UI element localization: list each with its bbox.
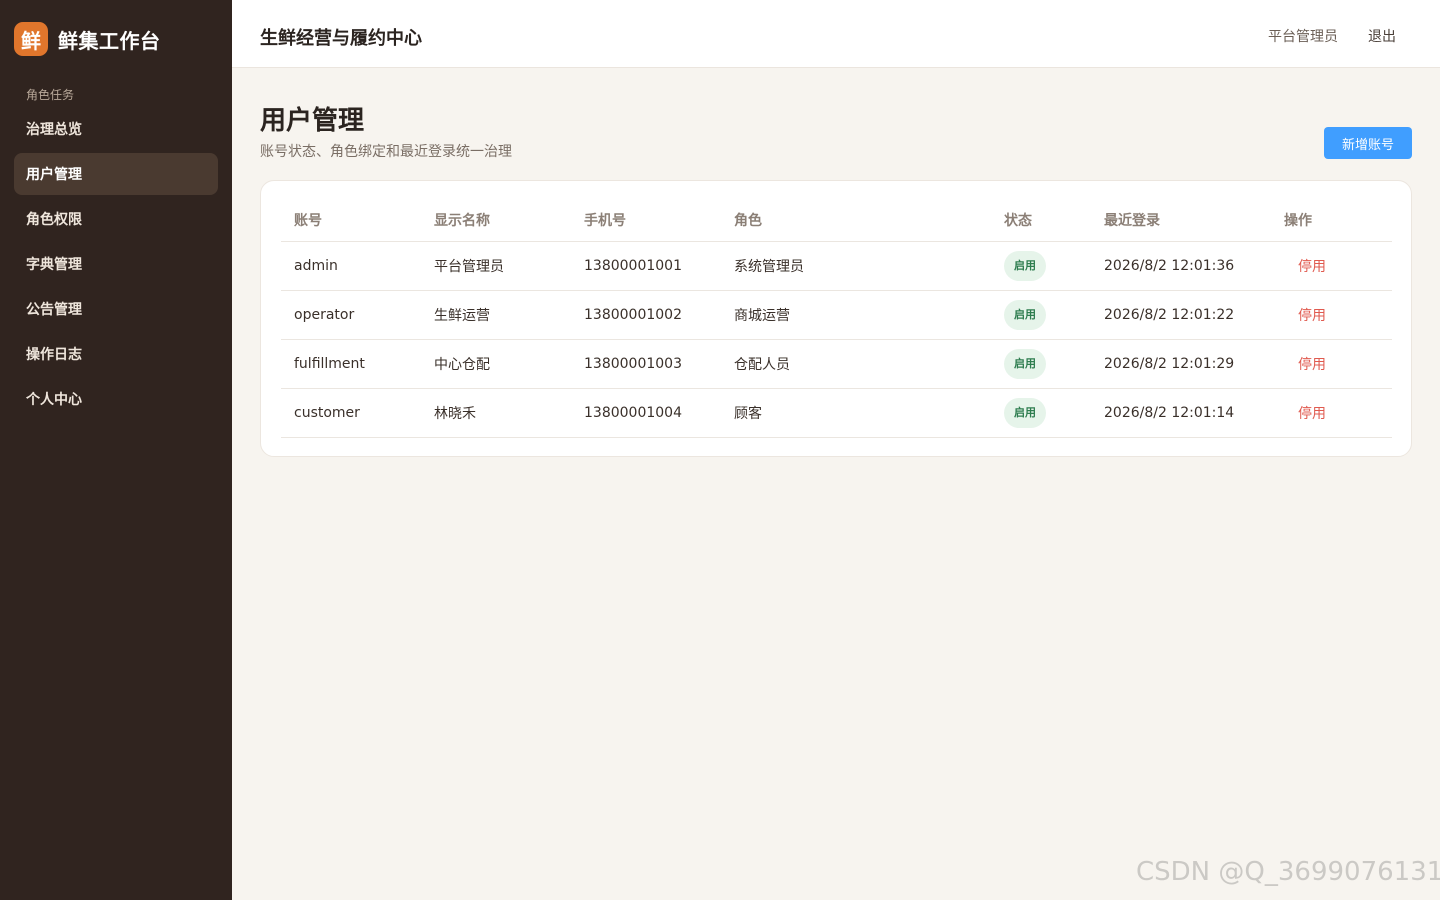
user-table-card: 账号 显示名称 手机号 角色 状态 最近登录 操作 admin 平台管理员 13… xyxy=(260,180,1412,457)
table-row: fulfillment 中心仓配 13800001003 仓配人员 启用 202… xyxy=(281,339,1392,389)
cell-account: operator xyxy=(281,290,421,340)
table-row: operator 生鲜运营 13800001002 商城运营 启用 2026/8… xyxy=(281,290,1392,340)
cell-last-login: 2026/8/2 12:01:22 xyxy=(1091,290,1271,340)
column-header-role: 角色 xyxy=(721,199,991,242)
disable-account-link[interactable]: 停用 xyxy=(1284,406,1326,422)
sidebar: 鲜 鲜集工作台 角色任务 治理总览 用户管理 角色权限 字典管理 公告管理 操作… xyxy=(0,0,232,900)
sidebar-item-personal-center[interactable]: 个人中心 xyxy=(14,378,218,420)
table-row: customer 林晓禾 13800001004 顾客 启用 2026/8/2 … xyxy=(281,388,1392,438)
topbar: 生鲜经营与履约中心 平台管理员 退出 xyxy=(232,0,1440,68)
brand-logo-icon: 鲜 xyxy=(14,22,48,56)
status-badge: 启用 xyxy=(1004,348,1046,379)
column-header-account: 账号 xyxy=(281,199,421,242)
column-header-last-login: 最近登录 xyxy=(1091,199,1271,242)
cell-phone: 13800001004 xyxy=(571,388,721,438)
column-header-phone: 手机号 xyxy=(571,199,721,242)
cell-last-login: 2026/8/2 12:01:29 xyxy=(1091,339,1271,389)
cell-action: 停用 xyxy=(1271,388,1392,438)
column-header-status: 状态 xyxy=(991,199,1091,242)
sidebar-item-user-management[interactable]: 用户管理 xyxy=(14,153,218,195)
table-row: admin 平台管理员 13800001001 系统管理员 启用 2026/8/… xyxy=(281,241,1392,291)
cell-account: customer xyxy=(281,388,421,438)
sidebar-item-operation-log[interactable]: 操作日志 xyxy=(14,333,218,375)
sidebar-item-role-permissions[interactable]: 角色权限 xyxy=(14,198,218,240)
status-badge: 启用 xyxy=(1004,397,1046,428)
cell-role: 顾客 xyxy=(721,388,991,438)
cell-status: 启用 xyxy=(991,339,1091,389)
disable-account-link[interactable]: 停用 xyxy=(1284,357,1326,373)
logout-button[interactable]: 退出 xyxy=(1368,26,1396,46)
cell-phone: 13800001002 xyxy=(571,290,721,340)
add-account-button[interactable]: 新增账号 xyxy=(1324,127,1412,159)
sidebar-item-dictionary-management[interactable]: 字典管理 xyxy=(14,243,218,285)
table-header-row: 账号 显示名称 手机号 角色 状态 最近登录 操作 xyxy=(281,199,1392,242)
column-header-action: 操作 xyxy=(1271,199,1392,242)
current-user-label[interactable]: 平台管理员 xyxy=(1268,26,1338,46)
page-subtitle: 账号状态、角色绑定和最近登录统一治理 xyxy=(260,144,512,160)
cell-action: 停用 xyxy=(1271,241,1392,291)
cell-action: 停用 xyxy=(1271,339,1392,389)
nav-section-label: 角色任务 xyxy=(26,88,75,102)
cell-account: fulfillment xyxy=(281,339,421,389)
user-table: 账号 显示名称 手机号 角色 状态 最近登录 操作 admin 平台管理员 13… xyxy=(281,199,1392,438)
page-title: 用户管理 xyxy=(260,106,365,136)
cell-phone: 13800001003 xyxy=(571,339,721,389)
cell-action: 停用 xyxy=(1271,290,1392,340)
cell-last-login: 2026/8/2 12:01:36 xyxy=(1091,241,1271,291)
cell-role: 商城运营 xyxy=(721,290,991,340)
status-badge: 启用 xyxy=(1004,299,1046,330)
sidebar-nav: 治理总览 用户管理 角色权限 字典管理 公告管理 操作日志 个人中心 xyxy=(14,108,218,423)
disable-account-link[interactable]: 停用 xyxy=(1284,259,1326,275)
sidebar-item-announcement-management[interactable]: 公告管理 xyxy=(14,288,218,330)
brand[interactable]: 鲜 鲜集工作台 xyxy=(14,22,161,56)
cell-phone: 13800001001 xyxy=(571,241,721,291)
disable-account-link[interactable]: 停用 xyxy=(1284,308,1326,324)
cell-status: 启用 xyxy=(991,241,1091,291)
cell-status: 启用 xyxy=(991,388,1091,438)
brand-name: 鲜集工作台 xyxy=(58,28,161,53)
cell-display-name: 生鲜运营 xyxy=(421,290,571,340)
sidebar-item-governance-overview[interactable]: 治理总览 xyxy=(14,108,218,150)
cell-last-login: 2026/8/2 12:01:14 xyxy=(1091,388,1271,438)
status-badge: 启用 xyxy=(1004,250,1046,281)
cell-account: admin xyxy=(281,241,421,291)
cell-status: 启用 xyxy=(991,290,1091,340)
watermark: CSDN @Q_3699076131 xyxy=(1136,857,1440,887)
cell-display-name: 林晓禾 xyxy=(421,388,571,438)
topbar-title: 生鲜经营与履约中心 xyxy=(260,28,422,49)
cell-display-name: 中心仓配 xyxy=(421,339,571,389)
column-header-display-name: 显示名称 xyxy=(421,199,571,242)
cell-role: 仓配人员 xyxy=(721,339,991,389)
cell-display-name: 平台管理员 xyxy=(421,241,571,291)
cell-role: 系统管理员 xyxy=(721,241,991,291)
